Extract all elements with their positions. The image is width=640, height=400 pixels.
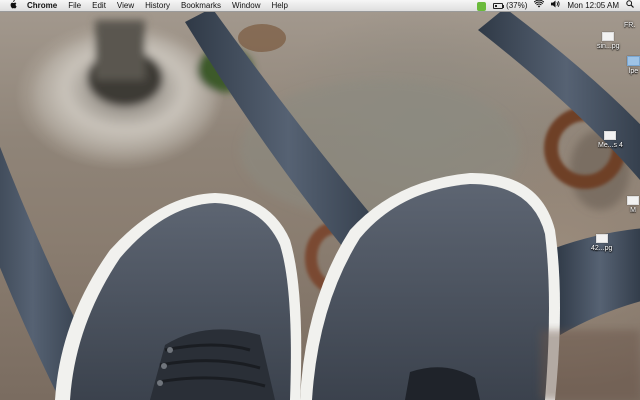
left-shoe bbox=[55, 193, 302, 400]
battery-fill bbox=[495, 5, 498, 7]
desktop-icon-label: 42...pg bbox=[591, 245, 613, 252]
menu-bar: Chrome File Edit View History Bookmarks … bbox=[0, 0, 640, 12]
battery-icon bbox=[493, 3, 504, 9]
menu-bookmarks[interactable]: Bookmarks bbox=[181, 0, 221, 12]
menu-history[interactable]: History bbox=[145, 0, 170, 12]
menubar-clock[interactable]: Mon 12:05 AM bbox=[567, 0, 619, 12]
desktop-icon[interactable]: 42...pg bbox=[591, 234, 612, 252]
image-file-icon bbox=[595, 234, 608, 243]
battery-status[interactable]: (37%) bbox=[493, 0, 527, 12]
wallpaper-photo bbox=[0, 8, 640, 400]
desktop-icon[interactable]: Me...s 4 bbox=[598, 131, 623, 149]
menu-app-name[interactable]: Chrome bbox=[27, 0, 57, 12]
menu-help[interactable]: Help bbox=[271, 0, 287, 12]
image-file-icon bbox=[602, 32, 615, 41]
status-area: (37%) Mon 12:05 AM bbox=[477, 0, 634, 12]
desktop-icon[interactable]: M bbox=[627, 196, 639, 214]
desktop-icon-label: lpe bbox=[628, 68, 639, 75]
volume-icon[interactable] bbox=[551, 0, 560, 12]
desktop-icon-label: Me...s 4 bbox=[598, 142, 623, 149]
menu-edit[interactable]: Edit bbox=[92, 0, 106, 12]
folder-icon bbox=[627, 56, 640, 66]
menu-view[interactable]: View bbox=[117, 0, 134, 12]
desktop-icon[interactable]: lpe bbox=[627, 56, 640, 75]
desktop-icon-label: FR. bbox=[624, 22, 636, 29]
image-file-icon bbox=[604, 131, 617, 140]
menu-window[interactable]: Window bbox=[232, 0, 260, 12]
battery-percent: (37%) bbox=[506, 1, 528, 10]
desktop-icon-label: sin...pg bbox=[597, 43, 620, 50]
evernote-icon[interactable] bbox=[477, 1, 487, 11]
battery-tip bbox=[503, 4, 505, 8]
wifi-icon[interactable] bbox=[534, 0, 545, 12]
spotlight-icon[interactable] bbox=[626, 0, 634, 12]
desktop-icon-label: M bbox=[630, 207, 636, 214]
desktop-icon[interactable]: FR. bbox=[624, 20, 635, 29]
apple-icon[interactable] bbox=[9, 0, 19, 12]
desktop-wallpaper bbox=[0, 0, 640, 400]
image-file-icon bbox=[627, 196, 639, 205]
menu-file[interactable]: File bbox=[68, 0, 81, 12]
desktop-icon[interactable]: sin...pg bbox=[597, 32, 620, 50]
